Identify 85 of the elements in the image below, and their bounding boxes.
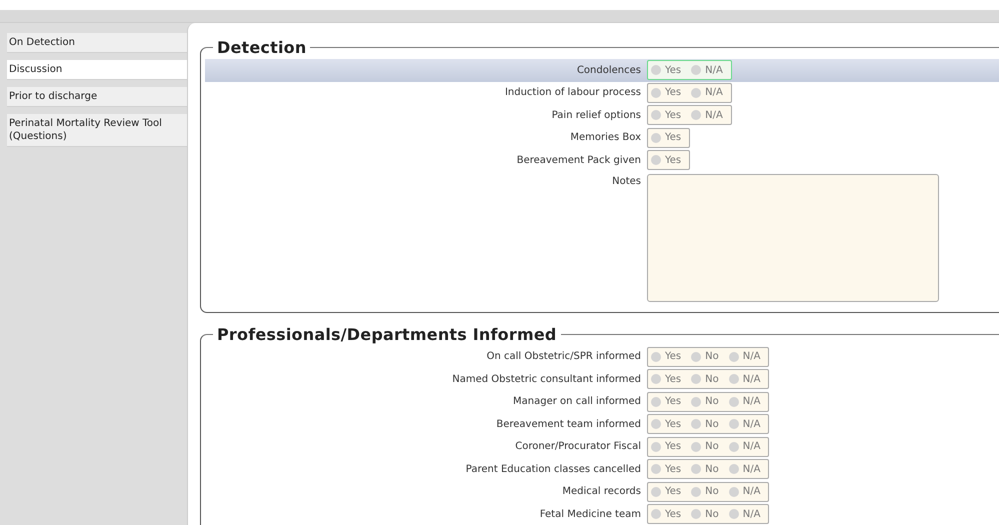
field-label: Fetal Medicine team bbox=[538, 508, 642, 520]
radio-option[interactable]: No bbox=[691, 351, 719, 362]
radio-icon[interactable] bbox=[651, 396, 661, 407]
radio-option[interactable]: No bbox=[691, 418, 719, 430]
radio-icon[interactable] bbox=[651, 65, 661, 76]
radio-option[interactable]: N/A bbox=[728, 351, 760, 362]
radio-icon[interactable] bbox=[651, 374, 661, 384]
field-label: Induction of labour process bbox=[504, 87, 642, 98]
radio-option[interactable]: N/A bbox=[728, 486, 760, 498]
radio-option[interactable]: No bbox=[691, 396, 719, 408]
radio-icon[interactable] bbox=[728, 509, 739, 520]
radio-icon[interactable] bbox=[691, 374, 702, 384]
radio-option[interactable]: Yes bbox=[651, 64, 682, 76]
radio-icon[interactable] bbox=[728, 464, 739, 474]
sidebar-tab[interactable]: Prior to discharge bbox=[7, 87, 187, 107]
field-label: Bereavement team informed bbox=[495, 418, 642, 430]
radio-option[interactable]: No bbox=[691, 486, 719, 498]
radio-option[interactable]: Yes bbox=[651, 396, 682, 408]
radio-option[interactable]: N/A bbox=[728, 441, 760, 452]
radio-icon[interactable] bbox=[728, 374, 739, 384]
radio-option[interactable]: No bbox=[691, 441, 719, 452]
radio-option[interactable]: Yes bbox=[651, 464, 682, 475]
field-label: Parent Education classes cancelled bbox=[464, 464, 642, 475]
sidebar-tab[interactable]: On Detection bbox=[7, 33, 187, 53]
radio-option[interactable]: Yes bbox=[651, 154, 682, 166]
field-label: Pain relief options bbox=[550, 110, 642, 121]
radio-icon[interactable] bbox=[651, 155, 661, 166]
radio-icon[interactable] bbox=[651, 88, 661, 98]
sidebar-tab[interactable]: Discussion bbox=[7, 60, 187, 80]
radio-option[interactable]: Yes bbox=[651, 418, 682, 430]
radio-option[interactable]: No bbox=[691, 374, 719, 385]
radio-option[interactable]: N/A bbox=[728, 464, 760, 475]
field-label: Memories Box bbox=[569, 132, 642, 144]
radio-icon[interactable] bbox=[651, 132, 661, 143]
radio-option[interactable]: No bbox=[691, 464, 719, 475]
radio-icon[interactable] bbox=[651, 442, 661, 452]
radio-option[interactable]: N/A bbox=[691, 87, 723, 98]
radio-icon[interactable] bbox=[728, 486, 739, 497]
radio-icon[interactable] bbox=[691, 396, 702, 407]
radio-icon[interactable] bbox=[651, 352, 661, 362]
radio-option[interactable]: No bbox=[691, 508, 719, 520]
notes-field[interactable] bbox=[647, 174, 939, 302]
radio-option[interactable]: N/A bbox=[728, 374, 760, 385]
field-label: Bereavement Pack given bbox=[516, 154, 642, 166]
radio-icon[interactable] bbox=[651, 464, 661, 474]
radio-option[interactable]: Yes bbox=[651, 374, 682, 385]
radio-icon[interactable] bbox=[651, 509, 661, 520]
radio-icon[interactable] bbox=[651, 419, 661, 430]
radio-icon[interactable] bbox=[651, 486, 661, 497]
radio-option[interactable]: Yes bbox=[651, 486, 682, 498]
section-title: Professionals/Departments Informed bbox=[216, 324, 558, 344]
radio-option[interactable]: Yes bbox=[651, 441, 682, 452]
radio-option[interactable]: N/A bbox=[728, 396, 760, 408]
section-title: Detection bbox=[216, 38, 308, 57]
radio-icon[interactable] bbox=[691, 352, 702, 362]
field-label: Medical records bbox=[561, 486, 642, 498]
radio-option[interactable]: Yes bbox=[651, 87, 682, 98]
radio-option[interactable]: Yes bbox=[651, 351, 682, 362]
radio-option[interactable]: N/A bbox=[691, 64, 723, 76]
field-label: Coroner/Procurator Fiscal bbox=[514, 441, 642, 452]
field-label: On call Obstetric/SPR informed bbox=[486, 351, 642, 362]
radio-icon[interactable] bbox=[691, 509, 702, 520]
radio-icon[interactable] bbox=[691, 464, 702, 474]
radio-option[interactable]: N/A bbox=[728, 418, 760, 430]
radio-icon[interactable] bbox=[691, 88, 702, 98]
radio-option[interactable]: Yes bbox=[651, 508, 682, 520]
field-label: Condolences bbox=[576, 64, 642, 76]
radio-icon[interactable] bbox=[691, 419, 702, 430]
radio-option[interactable]: Yes bbox=[651, 110, 682, 121]
radio-icon[interactable] bbox=[728, 442, 739, 452]
radio-icon[interactable] bbox=[728, 396, 739, 407]
radio-icon[interactable] bbox=[691, 65, 702, 76]
field-label: Manager on call informed bbox=[512, 396, 642, 408]
radio-icon[interactable] bbox=[651, 110, 661, 120]
sidebar-tab[interactable]: Perinatal Mortality Review Tool (Questions) bbox=[7, 114, 187, 147]
field-label: Named Obstetric consultant informed bbox=[451, 374, 642, 385]
field-label: Notes bbox=[611, 174, 642, 186]
radio-icon[interactable] bbox=[691, 486, 702, 497]
radio-icon[interactable] bbox=[691, 442, 702, 452]
radio-option[interactable]: Yes bbox=[651, 132, 682, 144]
radio-icon[interactable] bbox=[691, 110, 702, 120]
radio-icon[interactable] bbox=[728, 419, 739, 430]
radio-option[interactable]: N/A bbox=[728, 508, 760, 520]
radio-icon[interactable] bbox=[728, 352, 739, 362]
radio-option[interactable]: N/A bbox=[691, 110, 723, 121]
